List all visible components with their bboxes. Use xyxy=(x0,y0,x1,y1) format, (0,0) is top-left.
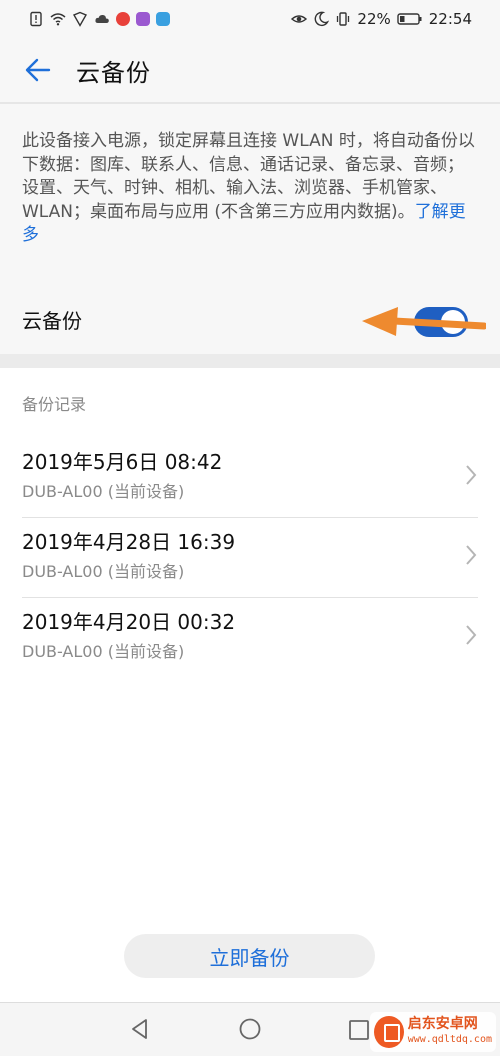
clock: 22:54 xyxy=(428,10,472,28)
page-title: 云备份 xyxy=(76,58,151,87)
record-date: 2019年4月20日 00:32 xyxy=(22,610,236,634)
shield-icon xyxy=(72,11,88,27)
vibrate-icon xyxy=(335,11,351,27)
status-right-icons: 22% 22:54 xyxy=(291,10,472,28)
red-app-icon xyxy=(116,12,130,26)
back-button[interactable] xyxy=(0,37,76,103)
auto-backup-description: 此设备接入电源，锁定屏幕且连接 WLAN 时，将自动备份以下数据：图库、联系人、… xyxy=(22,130,478,248)
record-device: DUB-AL00 (当前设备) xyxy=(22,642,185,661)
cloud-icon xyxy=(94,11,110,27)
record-device: DUB-AL00 (当前设备) xyxy=(22,482,185,501)
blue-app-icon xyxy=(156,12,170,26)
moon-icon xyxy=(313,11,330,27)
nav-recent-apps-icon[interactable] xyxy=(348,1019,370,1041)
app-bar: 云备份 xyxy=(0,38,500,104)
backup-records-section: 备份记录 2019年5月6日 08:42 DUB-AL00 (当前设备) 201… xyxy=(0,368,500,678)
section-divider xyxy=(0,354,500,368)
watermark-text: 启东安卓网 www.qdltdq.com xyxy=(408,1016,492,1048)
toggle-label: 云备份 xyxy=(22,308,82,333)
record-device: DUB-AL00 (当前设备) xyxy=(22,562,185,581)
site-watermark: 启东安卓网 www.qdltdq.com xyxy=(370,1012,496,1052)
sim-alert-icon xyxy=(28,11,44,27)
record-row[interactable]: 2019年4月20日 00:32 DUB-AL00 (当前设备) xyxy=(0,598,500,678)
watermark-name: 启东安卓网 xyxy=(407,1016,478,1032)
battery-percent: 22% xyxy=(357,10,391,28)
battery-icon xyxy=(397,11,423,27)
cloud-backup-switch[interactable] xyxy=(414,307,468,337)
settings-section: 此设备接入电源，锁定屏幕且连接 WLAN 时，将自动备份以下数据：图库、联系人、… xyxy=(0,104,500,354)
record-row[interactable]: 2019年4月28日 16:39 DUB-AL00 (当前设备) xyxy=(0,518,500,598)
record-row[interactable]: 2019年5月6日 08:42 DUB-AL00 (当前设备) xyxy=(0,438,500,518)
status-left-icons xyxy=(28,11,170,27)
chevron-right-icon xyxy=(466,465,477,485)
status-bar: 22% 22:54 xyxy=(0,0,500,38)
watermark-logo-icon xyxy=(374,1016,404,1048)
chevron-right-icon xyxy=(466,545,477,565)
arrow-left-icon xyxy=(25,58,51,82)
records-header: 备份记录 xyxy=(22,395,87,414)
purple-app-icon xyxy=(136,12,150,26)
description-text: 此设备接入电源，锁定屏幕且连接 WLAN 时，将自动备份以下数据：图库、联系人、… xyxy=(22,131,475,222)
record-date: 2019年5月6日 08:42 xyxy=(22,450,223,474)
nav-back-icon[interactable] xyxy=(128,1017,152,1041)
nav-home-icon[interactable] xyxy=(238,1017,262,1041)
record-date: 2019年4月28日 16:39 xyxy=(22,530,236,554)
wifi-icon xyxy=(50,11,66,27)
backup-now-button[interactable]: 立即备份 xyxy=(124,934,375,978)
cloud-backup-toggle-row: 云备份 xyxy=(0,290,500,348)
eye-comfort-icon xyxy=(291,11,308,27)
switch-knob xyxy=(441,310,465,334)
chevron-right-icon xyxy=(466,625,477,645)
watermark-url: www.qdltdq.com xyxy=(407,1034,492,1045)
